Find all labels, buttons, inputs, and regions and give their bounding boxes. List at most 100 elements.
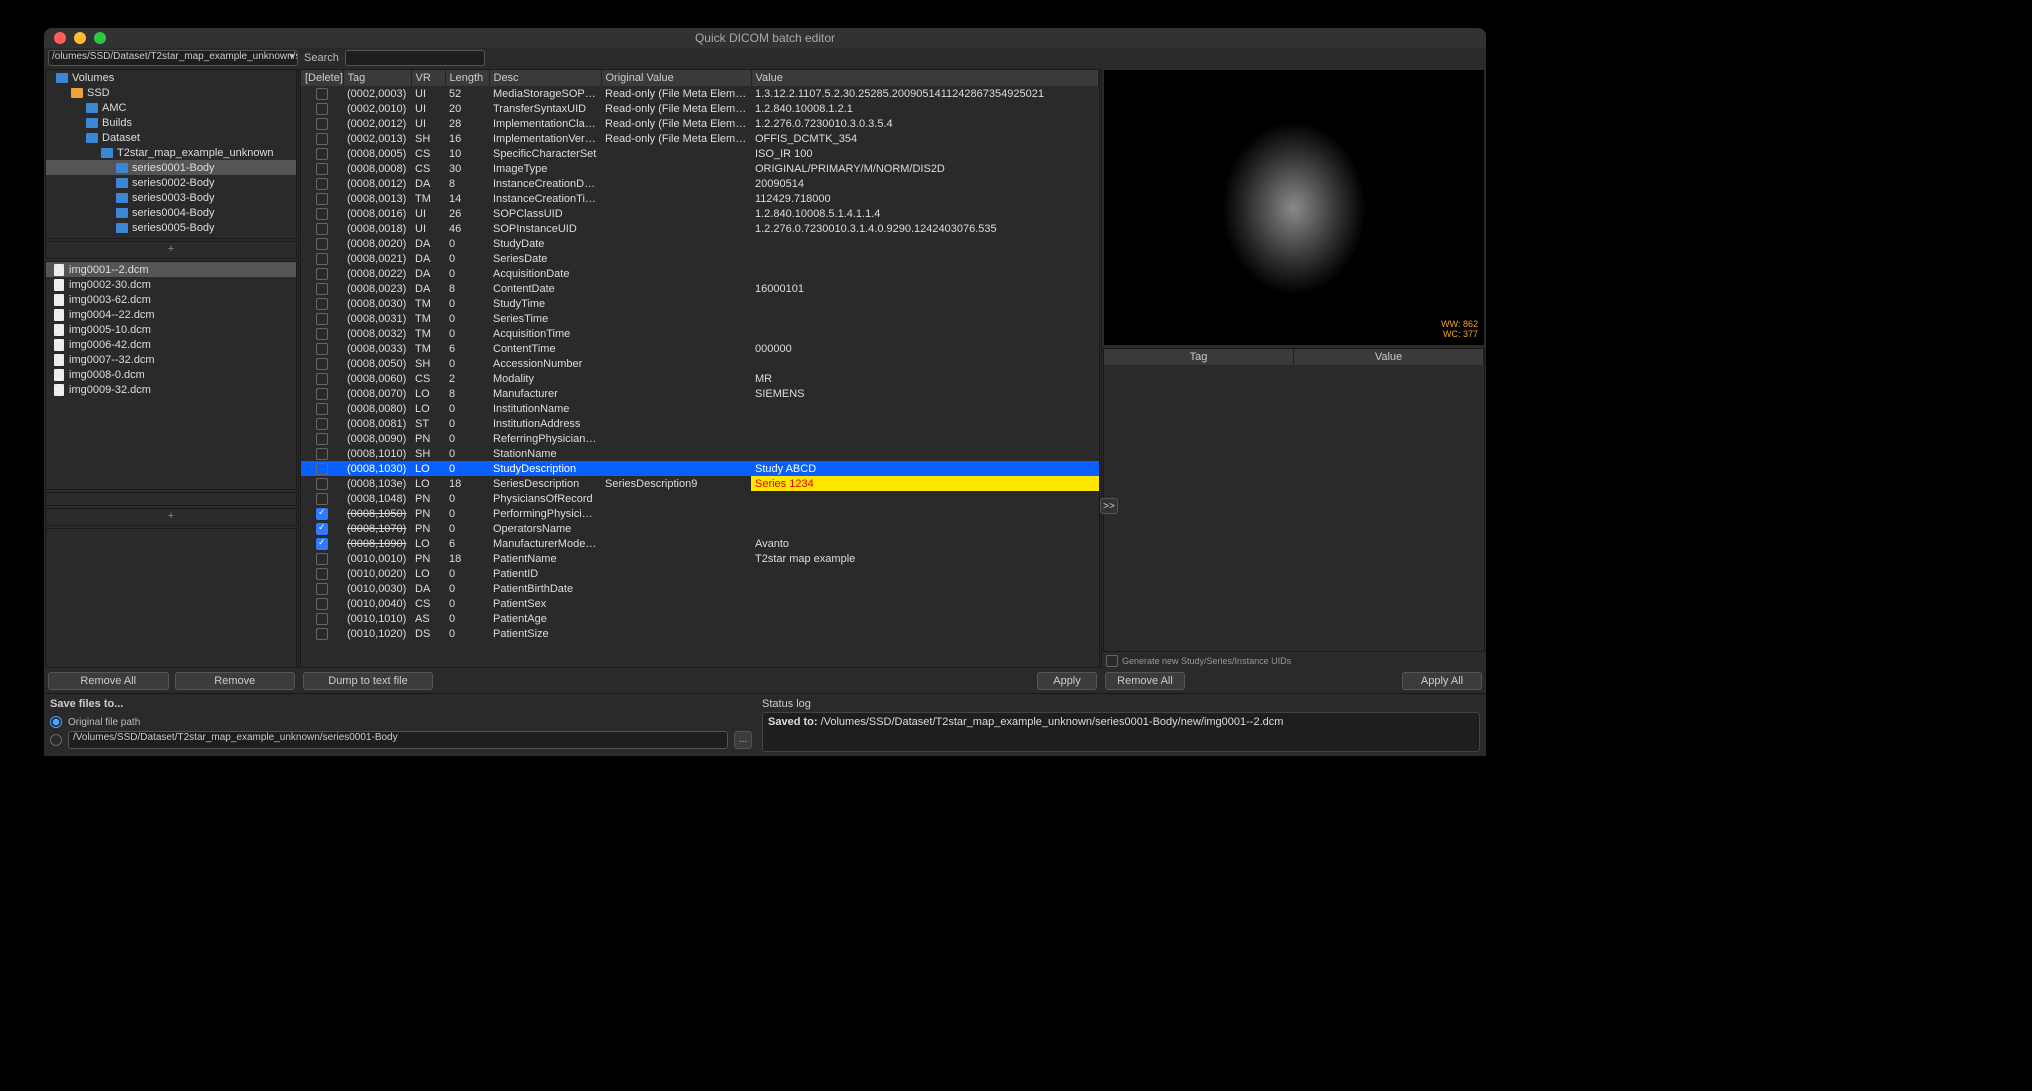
tree-item[interactable]: Dataset	[46, 130, 296, 145]
delete-checkbox[interactable]	[316, 418, 328, 430]
delete-checkbox[interactable]	[316, 568, 328, 580]
delete-checkbox[interactable]	[316, 493, 328, 505]
table-row[interactable]: (0008,0033)TM6ContentTime000000	[301, 341, 1099, 356]
table-row[interactable]: (0010,0010)PN18PatientNameT2star map exa…	[301, 551, 1099, 566]
delete-checkbox[interactable]	[316, 358, 328, 370]
delete-checkbox[interactable]	[316, 313, 328, 325]
table-row[interactable]: (0008,0030)TM0StudyTime	[301, 296, 1099, 311]
file-item[interactable]: img0003-62.dcm	[46, 292, 296, 307]
tree-item[interactable]: series0001-Body	[46, 160, 296, 175]
tree-item[interactable]: series0003-Body	[46, 190, 296, 205]
table-row[interactable]: (0008,0031)TM0SeriesTime	[301, 311, 1099, 326]
delete-checkbox[interactable]	[316, 328, 328, 340]
table-row[interactable]: (0008,1010)SH0StationName	[301, 446, 1099, 461]
table-row[interactable]: (0010,0030)DA0PatientBirthDate	[301, 581, 1099, 596]
apply-all-button[interactable]: Apply All	[1402, 672, 1482, 690]
delete-checkbox[interactable]	[316, 598, 328, 610]
table-row[interactable]: (0008,1048)PN0PhysiciansOfRecord	[301, 491, 1099, 506]
delete-checkbox[interactable]	[316, 553, 328, 565]
override-col-value[interactable]: Value	[1294, 349, 1484, 365]
radio-original-path[interactable]	[50, 716, 62, 728]
file-item[interactable]: img0008-0.dcm	[46, 367, 296, 382]
delete-checkbox[interactable]	[316, 508, 328, 520]
image-preview[interactable]: WW: 862WC: 377	[1104, 70, 1484, 345]
table-row[interactable]: (0008,0023)DA8ContentDate16000101	[301, 281, 1099, 296]
tree-add-bar[interactable]: +	[45, 241, 297, 259]
delete-checkbox[interactable]	[316, 88, 328, 100]
table-row[interactable]: (0008,1090)LO6ManufacturerModelN...Avant…	[301, 536, 1099, 551]
tree-item[interactable]: Volumes	[46, 70, 296, 85]
delete-checkbox[interactable]	[316, 388, 328, 400]
file-item[interactable]: img0004--22.dcm	[46, 307, 296, 322]
table-row[interactable]: (0008,0016)UI26SOPClassUID1.2.840.10008.…	[301, 206, 1099, 221]
table-row[interactable]: (0002,0003)UI52MediaStorageSOPInst...Rea…	[301, 86, 1099, 101]
col-value[interactable]: Value	[751, 70, 1099, 86]
col-orig[interactable]: Original Value	[601, 70, 751, 86]
file-item[interactable]: img0009-32.dcm	[46, 382, 296, 397]
apply-button[interactable]: Apply	[1037, 672, 1097, 690]
table-row[interactable]: (0010,0040)CS0PatientSex	[301, 596, 1099, 611]
col-length[interactable]: Length	[445, 70, 489, 86]
file-item[interactable]: img0007--32.dcm	[46, 352, 296, 367]
tree-item[interactable]: T2star_map_example_unknown	[46, 145, 296, 160]
table-row[interactable]: (0008,0022)DA0AcquisitionDate	[301, 266, 1099, 281]
table-row[interactable]: (0008,1070)PN0OperatorsName	[301, 521, 1099, 536]
dest-path-input[interactable]: /Volumes/SSD/Dataset/T2star_map_example_…	[68, 731, 728, 749]
delete-checkbox[interactable]	[316, 133, 328, 145]
path-combo[interactable]: /olumes/SSD/Dataset/T2star_map_example_u…	[48, 50, 298, 66]
tree-item[interactable]: SSD	[46, 85, 296, 100]
delete-checkbox[interactable]	[316, 103, 328, 115]
delete-checkbox[interactable]	[316, 373, 328, 385]
table-row[interactable]: (0008,103e)LO18SeriesDescriptionSeriesDe…	[301, 476, 1099, 491]
table-row[interactable]: (0008,0050)SH0AccessionNumber	[301, 356, 1099, 371]
table-row[interactable]: (0008,1030)LO0StudyDescriptionStudy ABCD	[301, 461, 1099, 476]
delete-checkbox[interactable]	[316, 433, 328, 445]
col-delete[interactable]: [Delete]	[301, 70, 343, 86]
file-item[interactable]: img0005-10.dcm	[46, 322, 296, 337]
delete-checkbox[interactable]	[316, 403, 328, 415]
table-row[interactable]: (0008,0090)PN0ReferringPhysicianNa...	[301, 431, 1099, 446]
delete-checkbox[interactable]	[316, 523, 328, 535]
generate-uids-checkbox[interactable]	[1106, 655, 1118, 667]
delete-checkbox[interactable]	[316, 628, 328, 640]
table-row[interactable]: (0008,0013)TM14InstanceCreationTime11242…	[301, 191, 1099, 206]
delete-checkbox[interactable]	[316, 343, 328, 355]
file-list[interactable]: img0001--2.dcmimg0002-30.dcmimg0003-62.d…	[45, 261, 297, 490]
table-row[interactable]: (0008,0020)DA0StudyDate	[301, 236, 1099, 251]
col-vr[interactable]: VR	[411, 70, 445, 86]
file-item[interactable]: img0001--2.dcm	[46, 262, 296, 277]
tree-item[interactable]: series0005-Body	[46, 220, 296, 235]
table-row[interactable]: (0008,0081)ST0InstitutionAddress	[301, 416, 1099, 431]
tree-item[interactable]: series0002-Body	[46, 175, 296, 190]
delete-checkbox[interactable]	[316, 448, 328, 460]
remove-button[interactable]: Remove	[175, 672, 296, 690]
delete-checkbox[interactable]	[316, 583, 328, 595]
tag-table-wrap[interactable]: [Delete] Tag VR Length Desc Original Val…	[300, 69, 1100, 668]
table-row[interactable]: (0008,0008)CS30ImageTypeORIGINAL/PRIMARY…	[301, 161, 1099, 176]
tree-item[interactable]: Builds	[46, 115, 296, 130]
table-row[interactable]: (0008,0080)LO0InstitutionName	[301, 401, 1099, 416]
folder-tree[interactable]: VolumesSSDAMCBuildsDatasetT2star_map_exa…	[45, 69, 297, 239]
status-log[interactable]: Saved to: /Volumes/SSD/Dataset/T2star_ma…	[762, 712, 1480, 752]
table-row[interactable]: (0010,1020)DS0PatientSize	[301, 626, 1099, 641]
delete-checkbox[interactable]	[316, 538, 328, 550]
file-item[interactable]: img0002-30.dcm	[46, 277, 296, 292]
delete-checkbox[interactable]	[316, 283, 328, 295]
delete-checkbox[interactable]	[316, 118, 328, 130]
delete-checkbox[interactable]	[316, 208, 328, 220]
delete-checkbox[interactable]	[316, 148, 328, 160]
table-row[interactable]: (0008,1050)PN0PerformingPhysicianN...	[301, 506, 1099, 521]
delete-checkbox[interactable]	[316, 478, 328, 490]
overrides-remove-all-button[interactable]: Remove All	[1105, 672, 1185, 690]
radio-custom-path[interactable]	[50, 734, 62, 746]
tree-item[interactable]: series0004-Body	[46, 205, 296, 220]
delete-checkbox[interactable]	[316, 223, 328, 235]
browse-button[interactable]: ...	[734, 731, 752, 749]
override-col-tag[interactable]: Tag	[1104, 349, 1294, 365]
table-row[interactable]: (0008,0070)LO8ManufacturerSIEMENS	[301, 386, 1099, 401]
file-add-bar[interactable]: +	[45, 508, 297, 526]
dump-button[interactable]: Dump to text file	[303, 672, 433, 690]
table-row[interactable]: (0008,0005)CS10SpecificCharacterSetISO_I…	[301, 146, 1099, 161]
tree-item[interactable]: AMC	[46, 100, 296, 115]
table-row[interactable]: (0008,0012)DA8InstanceCreationDate200905…	[301, 176, 1099, 191]
